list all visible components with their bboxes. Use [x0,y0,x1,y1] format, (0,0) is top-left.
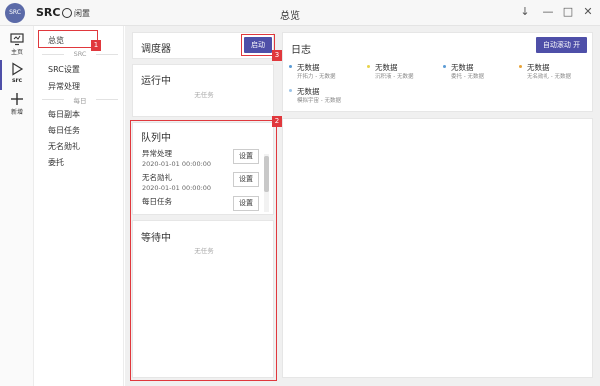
menu-item-daily-tasks[interactable]: 每日任务 [48,125,80,136]
menu-item-commission[interactable]: 委托 [48,157,64,168]
menu-group-daily: 每日 [42,95,118,105]
rail-label-home: 主页 [10,49,23,56]
autoscroll-button[interactable]: 自动滚动 开 [536,37,587,53]
log-output [282,118,593,378]
dot-icon [519,65,522,68]
annotation-box [241,34,275,56]
status-text: 闲置 [74,9,90,18]
dot-icon [443,65,446,68]
annotation-badge: 3 [272,50,282,61]
status-icon [62,8,72,18]
maximize-button[interactable]: □ [561,5,575,19]
log-title: 日志 [291,45,311,56]
menu-item-error-handling[interactable]: 异常处理 [48,81,80,92]
running-card: 运行中 无任务 [132,64,274,117]
minimize-button[interactable]: — [541,5,555,19]
rail-label-add: 新增 [10,109,23,116]
rail-item-add[interactable]: 新增 [0,90,34,120]
log-item-sub: 模拟宇宙 - 无数据 [297,98,341,104]
play-icon [12,62,24,76]
side-menu: 总览 SRC SRC设置 异常处理 每日 每日副本 每日任务 无名勋礼 委托 [34,26,124,386]
rail-label-src: src [11,77,23,84]
close-button[interactable]: ✕ [581,5,595,19]
annotation-badge: 2 [272,116,282,127]
rail-item-src[interactable]: src [0,60,34,90]
nav-rail: 主页 src 新增 [0,26,34,386]
annotation-badge: 1 [91,40,101,51]
app-name: SRC [36,6,61,19]
plus-icon [11,93,23,105]
monitor-icon [10,33,24,46]
annotation-box [38,30,98,48]
pin-icon[interactable]: ↓ [518,5,532,19]
log-item-sub: 无名勋礼 - 无数据 [527,74,571,80]
running-title: 运行中 [141,76,171,87]
dot-icon [367,65,370,68]
annotation-box [130,120,277,381]
title-bar: SRC SRC 闲置 总览 ↓ — □ ✕ [0,0,600,26]
menu-item-nameless-honor[interactable]: 无名勋礼 [48,141,80,152]
log-item-sub: 沉积液 - 无数据 [375,74,414,80]
menu-group-src: SRC [42,50,118,58]
app-logo: SRC [5,3,25,23]
scheduler-title: 调度器 [141,44,171,55]
menu-item-src-settings[interactable]: SRC设置 [48,64,80,75]
active-indicator [0,60,2,90]
dot-icon [289,89,292,92]
log-item-sub: 开拓力 - 无数据 [297,74,336,80]
running-empty: 无任务 [194,91,214,99]
rail-item-home[interactable]: 主页 [0,30,34,60]
window-title: 总览 [280,11,300,22]
dot-icon [289,65,292,68]
log-item-sub: 委托 - 无数据 [451,74,484,80]
menu-item-daily-dungeon[interactable]: 每日副本 [48,109,80,120]
